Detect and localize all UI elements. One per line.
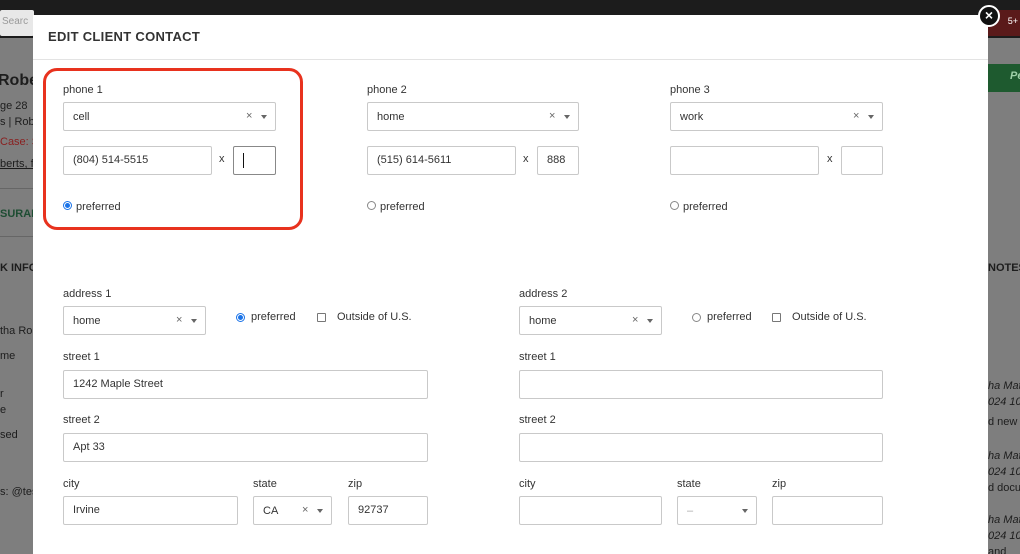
modal-header: EDIT CLIENT CONTACT — [33, 15, 988, 60]
address-1-zip-input[interactable]: 92737 — [348, 496, 428, 525]
address-2-zip-label: zip — [772, 478, 787, 490]
address-1-label: address 1 — [63, 288, 112, 300]
background-text: s: @tes — [0, 486, 34, 498]
phone-3-type-select[interactable]: work × — [670, 102, 883, 131]
address-1-outside-us-label: Outside of U.S. — [337, 311, 412, 323]
address-1-state-label: state — [253, 478, 277, 490]
address-2-street2-input[interactable] — [519, 433, 883, 462]
address-2-street1-label: street 1 — [519, 351, 556, 363]
background-text: berts, f — [0, 158, 34, 170]
background-text: e — [0, 404, 7, 416]
phone-2-preferred-label: preferred — [380, 201, 425, 213]
background-client-name: Robe — [0, 72, 34, 89]
address-2-state-value: – — [687, 505, 694, 517]
address-2-state-label: state — [677, 478, 701, 490]
address-2-type-value: home — [529, 315, 557, 327]
address-1-preferred-label: preferred — [251, 311, 296, 323]
background-text: Pe — [1010, 70, 1020, 82]
background-text: ha Mat — [988, 380, 1020, 392]
background-search-input: Searc — [0, 10, 34, 36]
address-2-outside-us-label: Outside of U.S. — [792, 311, 867, 323]
address-2-preferred-label: preferred — [707, 311, 752, 323]
background-left-panel: Robe ge 28 s | Rob Case: S berts, f SURA… — [0, 38, 34, 554]
background-text: ha Mat — [988, 514, 1020, 526]
phone-3-preferred-radio[interactable] — [670, 201, 679, 210]
address-1-state-value: CA — [263, 505, 279, 517]
address-1-city-label: city — [63, 478, 80, 490]
address-2-street2-label: street 2 — [519, 414, 556, 426]
address-2-city-input[interactable] — [519, 496, 662, 525]
clear-icon[interactable]: × — [853, 110, 859, 122]
clear-icon[interactable]: × — [549, 110, 555, 122]
phone-1-highlight-box — [43, 68, 303, 230]
chevron-down-icon — [317, 509, 323, 513]
address-2-zip-input[interactable] — [772, 496, 883, 525]
address-1-type-value: home — [73, 315, 101, 327]
background-text: Case: S — [0, 136, 34, 148]
address-1-city-input[interactable]: Irvine — [63, 496, 238, 525]
background-text: ge 28 — [0, 100, 28, 112]
background-text: sed — [0, 429, 18, 441]
background-text: d new — [988, 416, 1018, 428]
clear-icon[interactable]: × — [632, 314, 638, 326]
background-text: tha Ro — [0, 325, 33, 337]
address-2-state-select[interactable]: – — [677, 496, 757, 525]
background-right-panel: Pe NOTES ha Mat 024 10: d new ha Mat 024… — [988, 38, 1020, 554]
address-1-type-select[interactable]: home × — [63, 306, 206, 335]
phone-2-number-input[interactable]: (515) 614-5611 — [367, 146, 516, 175]
background-text: SURAN — [0, 208, 34, 220]
phone-2-type-value: home — [377, 111, 405, 123]
address-1-street2-label: street 2 — [63, 414, 100, 426]
address-1-state-select[interactable]: CA × — [253, 496, 332, 525]
background-text: and — [988, 546, 1007, 554]
background-text: me — [0, 350, 16, 362]
address-2-street1-input[interactable] — [519, 370, 883, 399]
phone-3-type-value: work — [680, 111, 704, 123]
close-button[interactable]: × — [978, 5, 1000, 27]
phone-2-label: phone 2 — [367, 84, 407, 96]
phone-3-ext-input[interactable] — [841, 146, 883, 175]
chevron-down-icon — [868, 115, 874, 119]
ext-separator: x — [523, 153, 529, 165]
phone-3-label: phone 3 — [670, 84, 710, 96]
address-2-preferred-radio[interactable] — [692, 313, 701, 322]
phone-3-preferred-label: preferred — [683, 201, 728, 213]
background-text: 024 10: — [988, 530, 1020, 542]
background-text: K INFO — [0, 262, 34, 274]
address-1-street1-label: street 1 — [63, 351, 100, 363]
background-text: 024 10: — [988, 396, 1020, 408]
background-divider — [0, 236, 34, 237]
address-1-outside-us-checkbox[interactable] — [317, 313, 326, 322]
background-text: NOTES — [988, 262, 1020, 274]
phone-2-preferred-radio[interactable] — [367, 201, 376, 210]
phone-3-number-input[interactable] — [670, 146, 819, 175]
phone-2-type-select[interactable]: home × — [367, 102, 579, 131]
modal-title: EDIT CLIENT CONTACT — [48, 29, 201, 44]
address-2-label: address 2 — [519, 288, 568, 300]
phone-2-ext-input[interactable]: 888 — [537, 146, 579, 175]
background-divider — [0, 188, 34, 189]
clear-icon[interactable]: × — [302, 504, 308, 516]
address-2-outside-us-checkbox[interactable] — [772, 313, 781, 322]
chevron-down-icon — [742, 509, 748, 513]
address-2-type-select[interactable]: home × — [519, 306, 662, 335]
address-2-city-label: city — [519, 478, 536, 490]
address-1-street2-input[interactable]: Apt 33 — [63, 433, 428, 462]
ext-separator: x — [827, 153, 833, 165]
chevron-down-icon — [647, 319, 653, 323]
background-text: 024 10: — [988, 466, 1020, 478]
background-text: d docu — [988, 482, 1020, 494]
background-text: ha Mat — [988, 450, 1020, 462]
chevron-down-icon — [564, 115, 570, 119]
address-1-zip-label: zip — [348, 478, 363, 490]
chevron-down-icon — [191, 319, 197, 323]
address-1-preferred-radio[interactable] — [236, 313, 245, 322]
background-text: r — [0, 388, 4, 400]
address-1-street1-input[interactable]: 1242 Maple Street — [63, 370, 428, 399]
background-text: s | Rob — [0, 116, 34, 128]
clear-icon[interactable]: × — [176, 314, 182, 326]
